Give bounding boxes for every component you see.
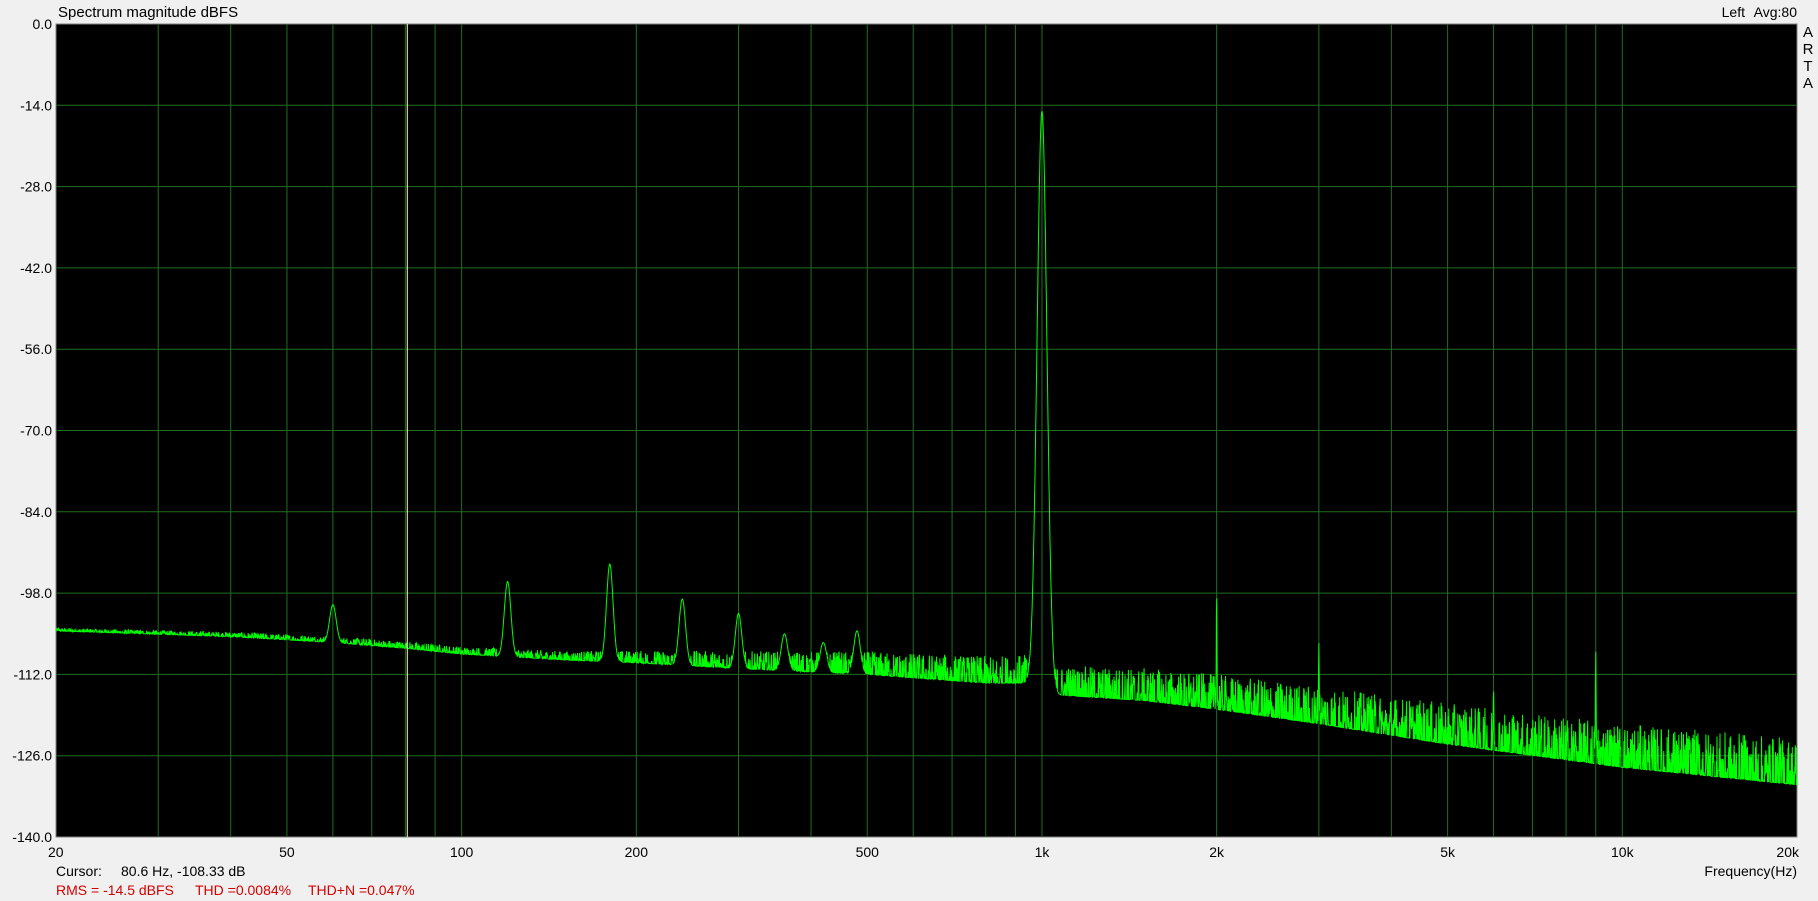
y-tick-label: -42.0 — [20, 260, 52, 276]
arta-letter: T — [1803, 58, 1812, 75]
x-tick-label: 5k — [1440, 844, 1456, 860]
y-tick-label: -14.0 — [20, 97, 52, 113]
x-tick-label: 1k — [1035, 844, 1051, 860]
x-tick-label: 20 — [48, 844, 64, 860]
y-tick-label: -140.0 — [12, 829, 52, 845]
rms-readout: RMS = -14.5 dBFS — [56, 882, 174, 898]
chart-title: Spectrum magnitude dBFS — [58, 4, 238, 21]
x-tick-label: 10k — [1611, 844, 1635, 860]
cursor-label: Cursor: — [56, 863, 102, 879]
y-tick-label: -56.0 — [20, 341, 52, 357]
y-tick-label: 0.0 — [33, 16, 53, 32]
x-axis-label: Frequency(Hz) — [1704, 863, 1797, 879]
x-tick-label: 500 — [856, 844, 880, 860]
x-tick-label: 20k — [1776, 844, 1800, 860]
x-tick-label: 2k — [1209, 844, 1225, 860]
y-tick-label: -28.0 — [20, 179, 52, 195]
arta-letter: A — [1803, 24, 1813, 41]
x-tick-label: 50 — [279, 844, 295, 860]
thdn-readout: THD+N =0.047% — [308, 882, 415, 898]
avg-label: Avg:80 — [1754, 4, 1798, 20]
spectrum-chart: Spectrum magnitude dBFS Left Avg:80 A R … — [0, 0, 1818, 901]
arta-side-label: A R T A — [1803, 24, 1814, 92]
x-tick-label: 200 — [625, 844, 649, 860]
arta-letter: R — [1803, 41, 1814, 58]
y-tick-label: -126.0 — [12, 748, 52, 764]
cursor-readout: 80.6 Hz, -108.33 dB — [121, 863, 246, 879]
y-tick-label: -112.0 — [13, 666, 52, 682]
x-tick-label: 100 — [450, 844, 474, 860]
y-tick-label: -84.0 — [20, 504, 52, 520]
y-tick-label: -70.0 — [20, 423, 52, 439]
y-tick-label: -98.0 — [20, 585, 52, 601]
channel-label: Left — [1722, 4, 1745, 20]
arta-letter: A — [1803, 75, 1813, 92]
thd-readout: THD =0.0084% — [195, 882, 291, 898]
